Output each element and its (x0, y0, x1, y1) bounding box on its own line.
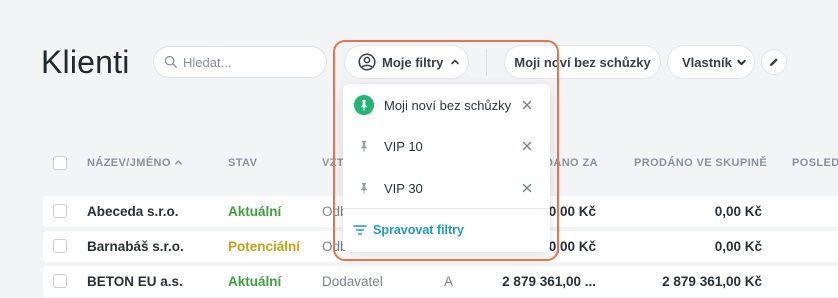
status-badge: Potenciální (228, 239, 301, 254)
manage-filters-link[interactable]: Spravovat filtry (353, 223, 464, 237)
row-checkbox[interactable] (53, 274, 67, 288)
filter-item[interactable]: VIP 10 (343, 128, 550, 164)
sort-ascending-icon (175, 160, 183, 165)
column-header-name-label: NÁZEV/JMÉNO (87, 157, 171, 169)
close-icon[interactable] (522, 183, 532, 193)
column-header-sold[interactable]: DANO ZA (545, 157, 598, 169)
client-name[interactable]: Barnabáš s.r.o. (87, 239, 184, 254)
sold-group-cell: 0,00 Kč (714, 204, 762, 219)
sold-cell: 2 879 361,00 ... (502, 274, 596, 289)
saved-filter-button[interactable]: Moji noví bez schůzky (504, 45, 661, 79)
sold-cell: 0,00 Kč (548, 239, 596, 254)
category-cell: A (444, 274, 454, 289)
pencil-icon (770, 58, 778, 66)
column-header-status[interactable]: STAV (228, 157, 257, 169)
saved-filter-label: Moji noví bez schůzky (514, 54, 651, 70)
user-circle-icon (358, 53, 376, 71)
filter-item-label: VIP 30 (384, 180, 423, 196)
pin-icon[interactable] (354, 136, 374, 156)
manage-filters-label: Spravovat filtry (373, 223, 465, 237)
filter-item-label: VIP 10 (384, 138, 423, 154)
client-name[interactable]: BETON EU a.s. (87, 274, 183, 289)
column-header-relation[interactable]: VZT (322, 157, 344, 169)
search-input[interactable] (183, 54, 323, 70)
filter-item[interactable]: Moji noví bez schůzky (343, 87, 550, 123)
close-icon[interactable] (522, 141, 532, 151)
owner-filter-label: Vlastník (682, 54, 732, 70)
select-all-checkbox[interactable] (53, 156, 67, 170)
row-checkbox[interactable] (53, 204, 67, 218)
chevron-up-icon (451, 59, 460, 65)
sold-group-cell: 2 879 361,00 Kč (662, 274, 762, 289)
close-icon[interactable] (522, 100, 532, 110)
relation-cell: Dodavatel (322, 274, 383, 289)
chevron-down-icon (737, 59, 746, 65)
search-box[interactable] (153, 46, 327, 78)
page-title: Klienti (41, 44, 130, 80)
filter-item-label: Moji noví bez schůzky (384, 97, 512, 113)
my-filters-dropdown: Moji noví bez schůzky VIP 10 VIP 30 Spra… (343, 84, 550, 252)
table-row[interactable]: BETON EU a.s. Aktuální Dodavatel A 2 879… (43, 266, 838, 297)
owner-filter-button[interactable]: Vlastník (667, 45, 755, 79)
dropdown-divider (343, 208, 550, 209)
my-filters-button[interactable]: Moje filtry (344, 45, 469, 79)
search-icon (164, 55, 177, 68)
column-header-name[interactable]: NÁZEV/JMÉNO (87, 157, 183, 169)
sold-group-cell: 0,00 Kč (714, 239, 762, 254)
status-badge: Aktuální (228, 204, 282, 219)
pin-active-icon[interactable] (354, 95, 374, 115)
column-header-last[interactable]: POSLED (792, 157, 838, 169)
filter-item[interactable]: VIP 30 (343, 170, 550, 206)
sold-cell: 0,00 Kč (548, 204, 596, 219)
pin-icon[interactable] (354, 178, 374, 198)
client-name[interactable]: Abeceda s.r.o. (87, 204, 179, 219)
column-header-sold-group[interactable]: PRODÁNO VE SKUPINĚ (634, 157, 767, 169)
toolbar-divider (486, 49, 487, 76)
filter-lines-icon (353, 225, 367, 235)
my-filters-label: Moje filtry (382, 54, 444, 70)
edit-filters-button[interactable] (761, 49, 787, 75)
row-checkbox[interactable] (53, 239, 67, 253)
status-badge: Aktuální (228, 274, 282, 289)
